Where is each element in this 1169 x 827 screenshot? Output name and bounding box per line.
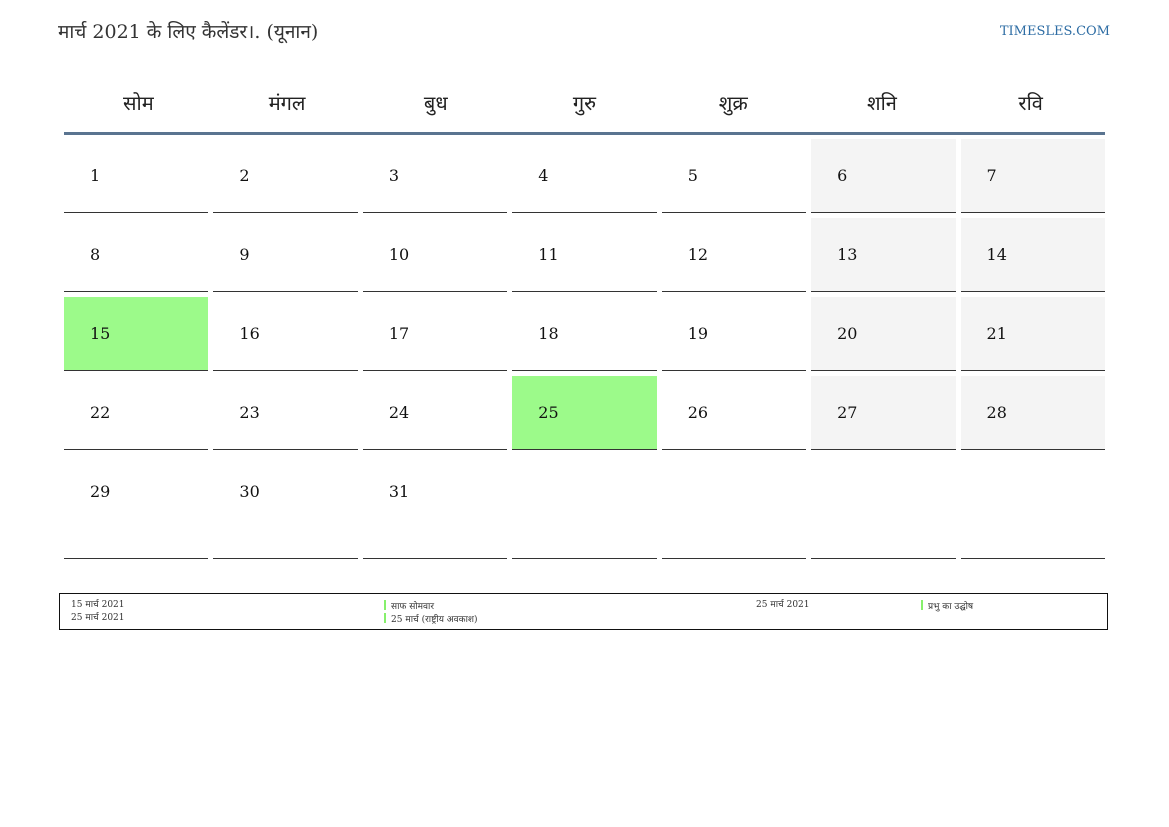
legend-holiday-name-2: 25 मार्च (राष्ट्रीय अवकाश): [391, 615, 478, 625]
day-number: 9: [239, 245, 250, 264]
site-link[interactable]: TIMESLES.COM: [1000, 24, 1110, 39]
day-number: 25: [538, 403, 559, 422]
day-number: 22: [90, 403, 111, 422]
legend-holiday-1: साफ सोमवार: [384, 600, 434, 613]
empty-day-cell: [512, 455, 657, 559]
day-cell[interactable]: 22: [64, 376, 209, 450]
weekday-fri: शुक्र: [718, 90, 748, 115]
weekday-sun: रवि: [1018, 90, 1043, 115]
legend-date-1: 15 मार्च 2021: [71, 600, 125, 610]
day-cell[interactable]: 14: [960, 218, 1105, 292]
day-cell[interactable]: 29: [64, 455, 209, 559]
day-cell[interactable]: 11: [512, 218, 657, 292]
day-cell[interactable]: 8: [64, 218, 209, 292]
day-cell[interactable]: 2: [213, 139, 358, 213]
weekday-wed: बुध: [423, 90, 448, 115]
day-number: 27: [837, 403, 858, 422]
day-cell[interactable]: 3: [362, 139, 508, 213]
day-cell[interactable]: 17: [362, 297, 508, 371]
day-number: 1: [90, 166, 101, 185]
day-cell[interactable]: 25: [512, 376, 657, 450]
day-cell[interactable]: 20: [811, 297, 956, 371]
day-number: 18: [538, 324, 559, 343]
day-cell[interactable]: 15: [64, 297, 209, 371]
legend-date-3: 25 मार्च 2021: [756, 600, 810, 610]
day-number: 8: [90, 245, 101, 264]
calendar: सोम मंगल बुध गुरु शुक्र शनि रवि 12345678…: [64, 72, 1105, 564]
weekday-sat: शनि: [867, 90, 897, 115]
day-number: 30: [239, 482, 260, 501]
holiday-color-marker: [384, 613, 386, 623]
day-cell[interactable]: 21: [960, 297, 1105, 371]
day-number: 14: [986, 245, 1007, 264]
day-cell[interactable]: 12: [661, 218, 807, 292]
day-number: 23: [239, 403, 260, 422]
legend-holiday-2: 25 मार्च (राष्ट्रीय अवकाश): [384, 613, 478, 626]
day-cell[interactable]: 10: [362, 218, 508, 292]
day-cell[interactable]: 13: [811, 218, 956, 292]
day-number: 4: [538, 166, 549, 185]
day-cell[interactable]: 27: [811, 376, 956, 450]
week-row: 1 2 3 4 5 6 7: [64, 139, 1105, 213]
day-number: 15: [90, 324, 111, 343]
empty-day-cell: [661, 455, 807, 559]
day-cell[interactable]: 30: [213, 455, 358, 559]
day-cell[interactable]: 31: [362, 455, 508, 559]
day-cell[interactable]: 7: [960, 139, 1105, 213]
day-number: 19: [687, 324, 709, 343]
legend-holiday-3: प्रभु का उद्घोष: [921, 600, 973, 613]
day-number: 6: [837, 166, 848, 185]
holiday-color-marker: [921, 600, 923, 610]
day-number: 24: [388, 403, 410, 422]
day-cell[interactable]: 18: [512, 297, 657, 371]
day-number: 21: [986, 324, 1007, 343]
weekday-mon: सोम: [123, 90, 154, 115]
day-cell[interactable]: 1: [64, 139, 209, 213]
legend-holiday-name-1: साफ सोमवार: [391, 602, 435, 612]
day-number: 17: [388, 324, 410, 343]
day-number: 7: [986, 166, 997, 185]
holiday-legend: 15 मार्च 2021 साफ सोमवार 25 मार्च 2021 2…: [59, 593, 1108, 630]
day-number: 13: [837, 245, 858, 264]
day-number: 12: [687, 245, 709, 264]
day-number: 28: [986, 403, 1007, 422]
empty-day-cell: [811, 455, 956, 559]
week-row: 22 23 24 25 26 27 28: [64, 376, 1105, 450]
weekday-thu: गुरु: [572, 90, 597, 115]
day-number: 11: [538, 245, 559, 264]
day-cell[interactable]: 19: [661, 297, 807, 371]
day-number: 5: [687, 166, 698, 185]
empty-day-cell: [960, 455, 1105, 559]
day-cell[interactable]: 23: [213, 376, 358, 450]
day-grid: 1 2 3 4 5 6 7 8 9 10 11 12 13 14 15 16 17 18 19 20 21 22 23 24 2…: [64, 139, 1105, 559]
week-row: 15 16 17 18 19 20 21: [64, 297, 1105, 371]
legend-holiday-name-3: प्रभु का उद्घोष: [928, 602, 974, 612]
day-number: 16: [239, 324, 260, 343]
day-cell[interactable]: 5: [661, 139, 807, 213]
day-cell[interactable]: 28: [960, 376, 1105, 450]
day-cell[interactable]: 24: [362, 376, 508, 450]
page-title: मार्च 2021 के लिए कैलेंडर।. (यूनान): [58, 21, 319, 43]
day-number: 26: [687, 403, 709, 422]
holiday-color-marker: [384, 600, 386, 610]
day-cell[interactable]: 4: [512, 139, 657, 213]
day-cell[interactable]: 9: [213, 218, 358, 292]
day-cell[interactable]: 16: [213, 297, 358, 371]
day-cell[interactable]: 6: [811, 139, 956, 213]
week-row: 29 30 31: [64, 455, 1105, 559]
day-number: 31: [388, 482, 410, 501]
weekday-header: सोम मंगल बुध गुरु शुक्र शनि रवि: [64, 72, 1105, 135]
day-number: 29: [90, 482, 111, 501]
legend-date-2: 25 मार्च 2021: [71, 613, 125, 623]
day-number: 20: [837, 324, 858, 343]
weekday-tue: मंगल: [268, 90, 306, 115]
day-number: 2: [239, 166, 250, 185]
day-number: 3: [388, 166, 400, 185]
week-row: 8 9 10 11 12 13 14: [64, 218, 1105, 292]
day-cell[interactable]: 26: [661, 376, 807, 450]
day-number: 10: [388, 245, 410, 264]
